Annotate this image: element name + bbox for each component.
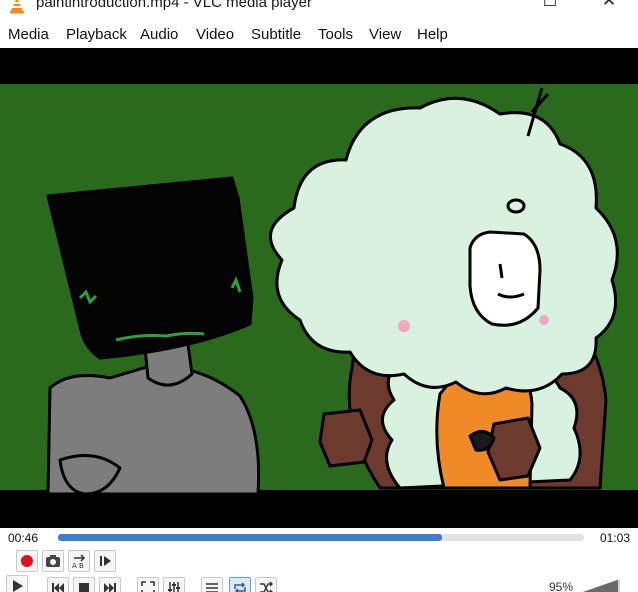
frame-step-button[interactable] xyxy=(94,550,116,572)
next-icon xyxy=(104,583,116,592)
menu-help[interactable]: Help xyxy=(417,26,448,43)
video-output[interactable] xyxy=(0,48,638,528)
play-button[interactable] xyxy=(6,575,28,592)
record-button[interactable] xyxy=(16,550,38,572)
menu-tools[interactable]: Tools xyxy=(318,26,353,43)
volume-icon[interactable] xyxy=(578,578,622,592)
stop-button[interactable] xyxy=(73,577,95,592)
controls-bar: A B 95% xyxy=(0,548,638,592)
menu-playback[interactable]: Playback xyxy=(66,26,127,43)
extended-settings-icon xyxy=(168,582,180,592)
video-frame xyxy=(0,84,638,496)
shuffle-button[interactable] xyxy=(255,577,277,592)
svg-text:A B: A B xyxy=(72,562,84,569)
previous-button[interactable] xyxy=(47,577,69,592)
snapshot-button[interactable] xyxy=(42,550,64,572)
previous-icon xyxy=(52,583,64,592)
volume-fill xyxy=(582,579,618,592)
menu-audio[interactable]: Audio xyxy=(140,26,178,43)
elapsed-time: 00:46 xyxy=(8,531,39,545)
snapshot-icon xyxy=(46,555,60,567)
menu-view[interactable]: View xyxy=(369,26,401,43)
menu-media[interactable]: Media xyxy=(8,26,49,43)
close-button[interactable]: ✕ xyxy=(586,0,632,11)
fullscreen-button[interactable] xyxy=(137,577,159,592)
maximize-button[interactable]: ☐ xyxy=(527,0,573,11)
seek-slider[interactable] xyxy=(58,534,584,541)
title-bar: paintintroduction.mp4 - VLC media player… xyxy=(0,0,638,22)
record-icon xyxy=(21,555,33,567)
menu-video[interactable]: Video xyxy=(196,26,234,43)
menu-bar: Media Playback Audio Video Subtitle Tool… xyxy=(0,22,638,48)
menu-subtitle[interactable]: Subtitle xyxy=(251,26,301,43)
next-button[interactable] xyxy=(99,577,121,592)
vlc-cone-icon xyxy=(10,0,24,14)
loop-ab-button[interactable]: A B xyxy=(68,550,90,572)
playlist-icon xyxy=(206,583,218,592)
loop-button[interactable] xyxy=(229,577,251,592)
frame-step-icon xyxy=(100,556,111,566)
loop-ab-icon: A B xyxy=(72,554,86,569)
shuffle-icon xyxy=(260,581,273,592)
seek-row: 00:46 01:03 xyxy=(0,528,638,548)
window-title: paintintroduction.mp4 - VLC media player xyxy=(36,0,312,11)
extended-settings-button[interactable] xyxy=(163,577,185,592)
play-icon xyxy=(13,580,23,592)
minimize-button[interactable]: ─ xyxy=(470,0,516,11)
loop-icon xyxy=(234,582,246,592)
fullscreen-icon xyxy=(141,581,155,592)
volume-percent: 95% xyxy=(549,580,574,592)
stop-icon xyxy=(79,583,89,592)
seek-progress xyxy=(58,534,442,541)
playlist-button[interactable] xyxy=(201,577,223,592)
total-time: 01:03 xyxy=(600,531,631,545)
